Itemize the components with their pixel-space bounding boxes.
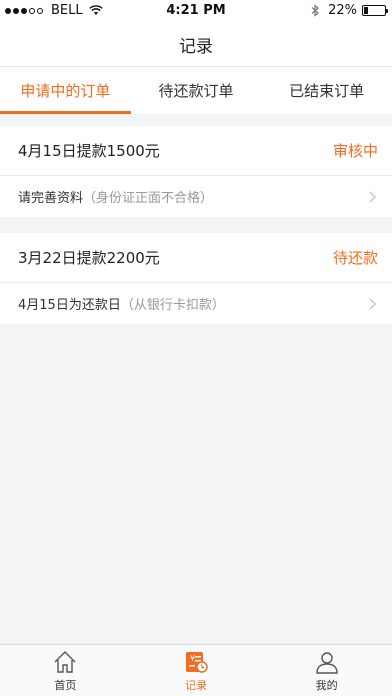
page-title: 记录 xyxy=(179,36,213,57)
tabbar-label: 记录 xyxy=(185,679,207,692)
status-bar: BELL 4:21 PM 22% xyxy=(0,0,392,22)
user-icon xyxy=(315,652,338,674)
order-status: 待还款 xyxy=(332,249,378,267)
tab-label: 申请中的订单 xyxy=(20,82,111,100)
tabbar-label: 首页 xyxy=(54,679,77,692)
order-detail: 请完善资料（身份证正面不合格） xyxy=(18,187,213,206)
tab-pending-repayment[interactable]: 待还款订单 xyxy=(131,67,262,114)
detail-note: （从银行卡扣款） xyxy=(120,298,225,313)
svg-text:¥: ¥ xyxy=(190,654,195,663)
order-card: 4月15日提款1500元 审核中 请完善资料（身份证正面不合格） xyxy=(0,126,392,217)
tabbar-record[interactable]: ¥ 记录 xyxy=(131,645,262,696)
order-tabs: 申请中的订单 待还款订单 已结束订单 xyxy=(0,66,392,114)
battery-percent: 22% xyxy=(328,3,357,18)
tabbar-label: 我的 xyxy=(315,679,338,692)
tabbar-home[interactable]: 首页 xyxy=(0,645,131,696)
chevron-right-icon xyxy=(369,297,377,310)
tab-label: 待还款订单 xyxy=(158,82,234,100)
order-title: 3月22日提款2200元 xyxy=(18,249,160,267)
tab-applying[interactable]: 申请中的订单 xyxy=(0,67,131,114)
bluetooth-icon xyxy=(311,4,320,17)
tab-label: 已结束订单 xyxy=(289,82,365,100)
nav-bar: 记录 xyxy=(0,22,392,66)
tabbar-mine[interactable]: 我的 xyxy=(261,645,392,696)
order-detail-row[interactable]: 请完善资料（身份证正面不合格） xyxy=(0,176,392,217)
record-icon: ¥ xyxy=(186,652,208,673)
order-detail-row[interactable]: 4月15日为还款日（从银行卡扣款） xyxy=(0,283,392,324)
detail-note: （身份证正面不合格） xyxy=(83,191,214,206)
chevron-right-icon xyxy=(369,190,377,203)
order-status: 审核中 xyxy=(332,142,378,160)
order-detail: 4月15日为还款日（从银行卡扣款） xyxy=(18,294,225,313)
home-icon xyxy=(54,651,76,673)
order-card: 3月22日提款2200元 待还款 4月15日为还款日（从银行卡扣款） xyxy=(0,233,392,324)
detail-text: 请完善资料 xyxy=(18,191,84,206)
tab-finished[interactable]: 已结束订单 xyxy=(261,67,392,114)
order-title: 4月15日提款1500元 xyxy=(18,142,160,160)
detail-text: 4月15日为还款日 xyxy=(18,298,121,313)
bottom-tab-bar: 首页 ¥ 记录 我的 xyxy=(0,644,392,696)
battery-icon xyxy=(362,5,388,16)
